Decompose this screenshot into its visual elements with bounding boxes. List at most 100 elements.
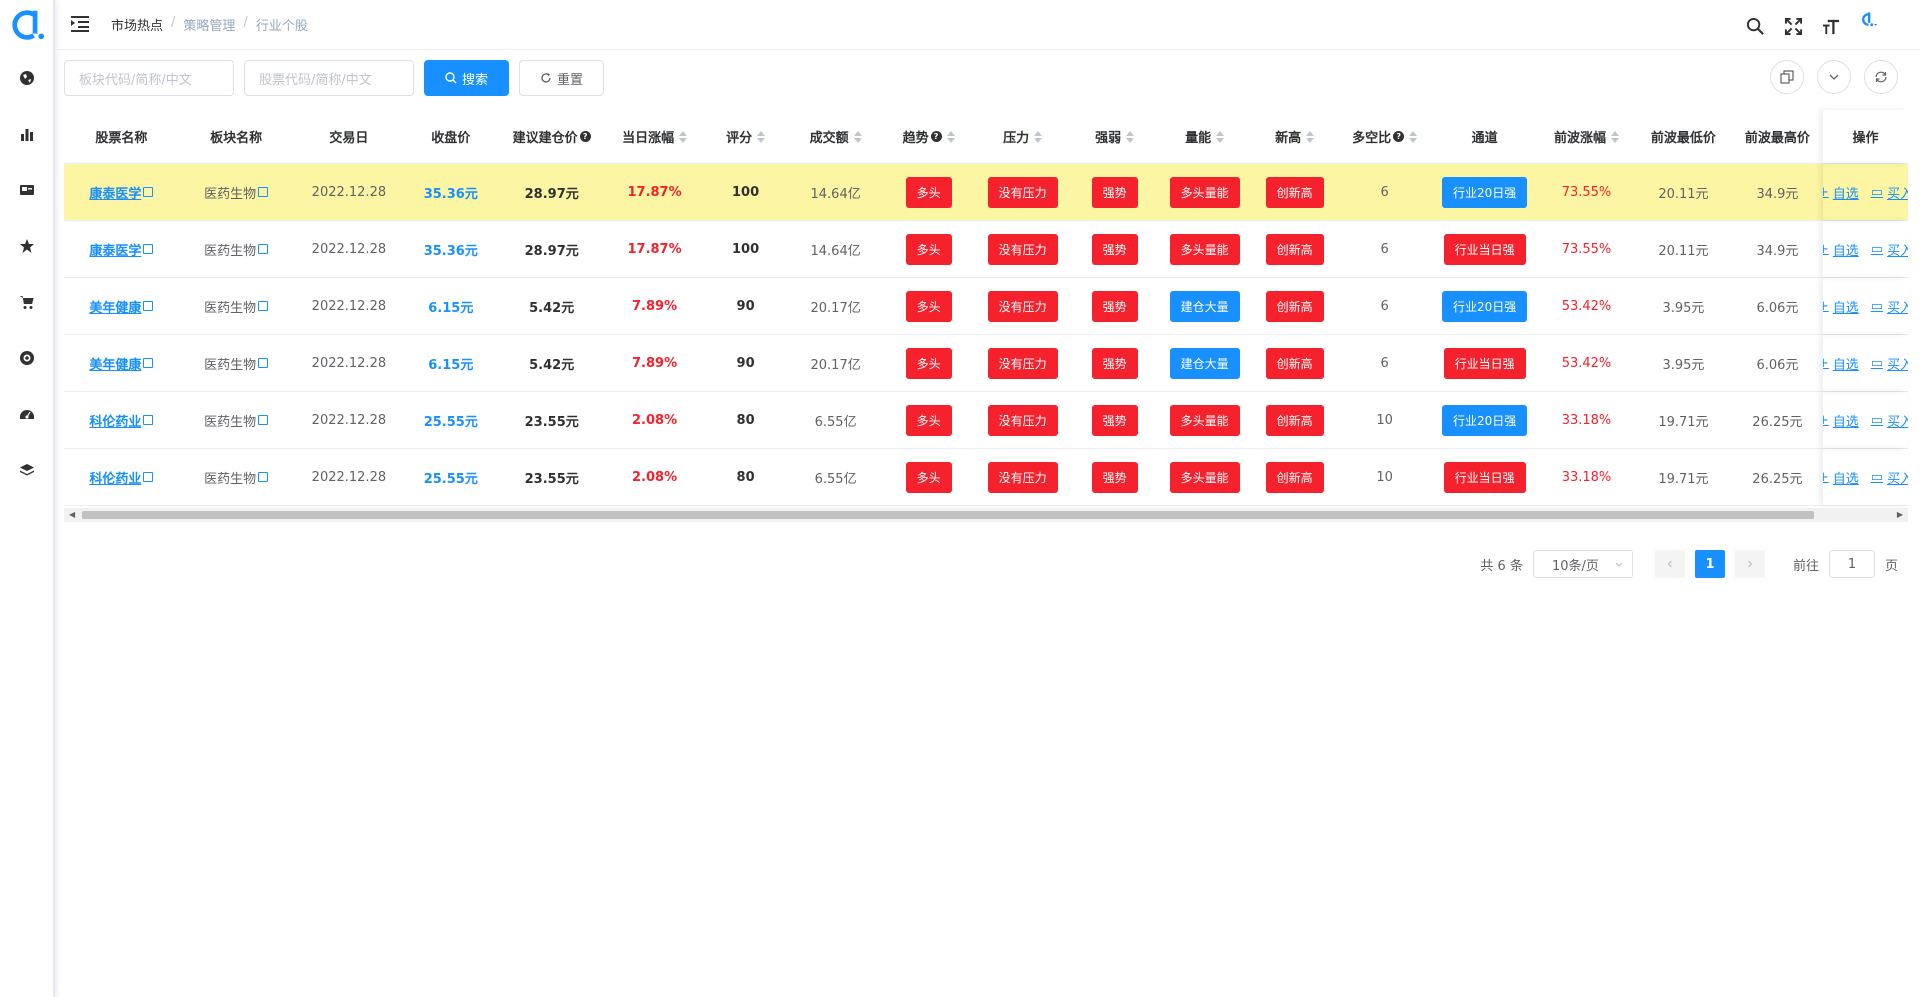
edit-icon: ▭ [1870,184,1884,200]
breadcrumb-item-strategy[interactable]: 策略管理 [183,15,235,34]
prev-page-button[interactable] [1654,550,1685,578]
copy-icon[interactable] [143,301,154,311]
table-row[interactable]: 康泰医学 医药生物 2022.12.28 35.36元 28.97元 17.87% 100 1… [64,164,1908,221]
add-watchlist-button[interactable]: + 自选 [1823,240,1859,259]
help-icon[interactable]: ? [930,131,942,142]
dashboard-icon[interactable] [13,400,41,428]
table-cell: 科伦药业 [64,449,179,505]
sort-caret-icon[interactable] [1216,130,1225,143]
help-icon[interactable]: ? [579,131,591,142]
stock-name-link[interactable]: 康泰医学 [89,240,141,259]
table-row[interactable]: 科伦药业 医药生物 2022.12.28 25.55元 23.55元 2.08% 80 6.5… [64,392,1908,449]
scrollbar-thumb[interactable] [82,511,1814,519]
reset-button-label: 重置 [557,72,584,88]
font-size-icon[interactable] [1820,15,1842,37]
table-row[interactable]: 科伦药业 医药生物 2022.12.28 25.55元 23.55元 2.08% 80 6.5… [64,449,1908,506]
stock-name-link[interactable]: 美年健康 [89,354,141,373]
scroll-right-icon[interactable]: ▶ [1897,510,1903,519]
collapse-search-button[interactable] [1817,60,1851,94]
goto-page-input[interactable]: 1 [1828,550,1875,578]
help-icon[interactable]: ? [1393,131,1405,142]
table-cell: 17.87% [606,164,703,220]
stock-name-link[interactable]: 美年健康 [89,297,141,316]
add-watchlist-button[interactable]: + 自选 [1823,354,1859,373]
add-watchlist-button[interactable]: + 自选 [1823,297,1859,316]
column-header[interactable]: 多空比? [1338,110,1431,163]
sort-caret-icon[interactable] [853,130,862,143]
copy-icon[interactable] [258,301,269,311]
menu-fold-icon[interactable] [71,15,91,33]
sort-caret-icon[interactable] [946,130,955,143]
buy-button[interactable]: ▭ 买入 [1871,354,1908,373]
column-header[interactable]: 成交额 [788,110,883,163]
table-row[interactable]: 美年健康 医药生物 2022.12.28 6.15元 5.42元 7.89% 90 20.17… [64,335,1908,392]
copy-icon[interactable] [143,472,154,482]
table-cell: 多头 [883,164,974,220]
breadcrumb-item-market[interactable]: 市场热点 [111,15,163,34]
add-watchlist-button[interactable]: + 自选 [1823,468,1859,487]
sector-search-input[interactable]: 板块代码/简称/中文 [64,60,234,96]
copy-icon[interactable] [143,358,154,368]
table-cell: 多头 [883,392,974,448]
target-icon[interactable] [13,344,41,372]
close-price: 6.15元 [428,357,474,373]
column-header[interactable]: 新高 [1251,110,1338,163]
add-watchlist-button[interactable]: + 自选 [1823,183,1859,202]
column-header[interactable]: 压力 [974,110,1071,163]
sort-caret-icon[interactable] [1306,130,1315,143]
copy-icon[interactable] [143,187,154,197]
buy-button[interactable]: ▭ 买入 [1871,411,1908,430]
buy-button[interactable]: ▭ 买入 [1871,297,1908,316]
new-high-tag: 创新高 [1265,404,1324,436]
copy-icon[interactable] [258,187,269,197]
star-icon[interactable] [13,232,41,260]
stock-name-link[interactable]: 康泰医学 [89,183,141,202]
bar-chart-icon[interactable] [13,120,41,148]
buy-button[interactable]: ▭ 买入 [1871,468,1908,487]
column-header[interactable]: 当日涨幅 [606,110,703,163]
copy-icon[interactable] [258,415,269,425]
buy-button[interactable]: ▭ 买入 [1871,183,1908,202]
sort-caret-icon[interactable] [1409,130,1418,143]
stock-name-link[interactable]: 科伦药业 [89,468,141,487]
buy-button[interactable]: ▭ 买入 [1871,240,1908,259]
column-header[interactable]: 评分 [703,110,788,163]
column-header[interactable]: 前波涨幅 [1538,110,1635,163]
layers-icon[interactable] [13,456,41,484]
table-row[interactable]: 美年健康 医药生物 2022.12.28 6.15元 5.42元 7.89% 90 20.17… [64,278,1908,335]
cart-icon[interactable] [13,288,41,316]
card-icon[interactable] [13,176,41,204]
add-watchlist-label: 自选 [1832,414,1859,430]
table-row[interactable]: 康泰医学 医药生物 2022.12.28 35.36元 28.97元 17.87% 100 1… [64,221,1908,278]
column-header[interactable]: 量能 [1158,110,1251,163]
copy-icon[interactable] [258,358,269,368]
horizontal-scrollbar[interactable]: ◀ ▶ [64,508,1908,522]
globe-icon[interactable] [13,64,41,92]
add-watchlist-button[interactable]: + 自选 [1823,411,1859,430]
page-size-select[interactable]: 10条/页 [1532,550,1633,578]
next-page-button[interactable] [1734,550,1765,578]
copy-icon[interactable] [258,472,269,482]
column-header[interactable]: 趋势? [883,110,974,163]
sort-caret-icon[interactable] [757,130,766,143]
scroll-left-icon[interactable]: ◀ [69,510,75,519]
search-icon[interactable] [1744,15,1766,37]
prev-wave-change: 53.42% [1561,355,1612,371]
page-number-1[interactable]: 1 [1694,550,1725,578]
column-header[interactable]: 强弱 [1071,110,1158,163]
fullscreen-icon[interactable] [1782,15,1804,37]
copy-tool-button[interactable] [1770,60,1804,94]
stock-search-input[interactable]: 股票代码/简称/中文 [244,60,414,96]
copy-icon[interactable] [143,244,154,254]
user-avatar[interactable] [1858,10,1898,42]
copy-icon[interactable] [258,244,269,254]
sort-caret-icon[interactable] [1126,130,1135,143]
copy-icon[interactable] [143,415,154,425]
sort-caret-icon[interactable] [1034,130,1043,143]
sort-caret-icon[interactable] [679,130,688,143]
refresh-table-button[interactable] [1864,60,1898,94]
reset-button[interactable]: 重置 [519,60,605,96]
sort-caret-icon[interactable] [1610,130,1619,143]
search-button[interactable]: 搜索 [424,60,510,96]
stock-name-link[interactable]: 科伦药业 [89,411,141,430]
